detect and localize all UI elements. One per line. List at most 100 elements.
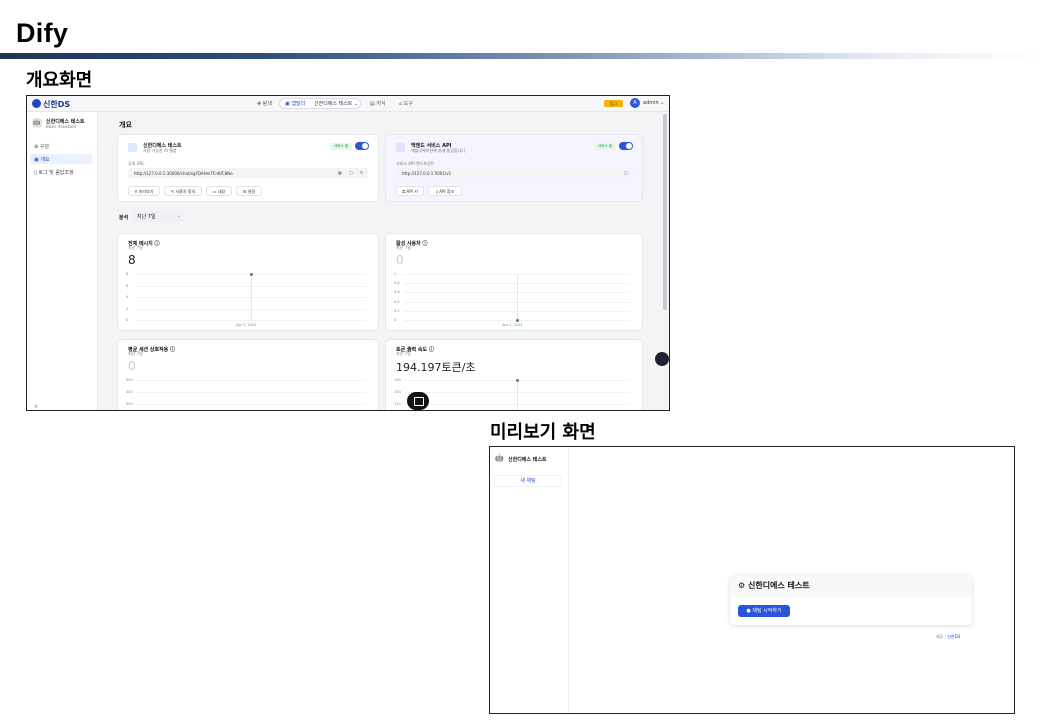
x-tick-label: Apr 2, 2024 bbox=[236, 323, 257, 327]
robot-icon: 🤖 bbox=[32, 118, 42, 128]
crosshair-line bbox=[517, 274, 518, 320]
nav-knowledge[interactable]: ▤ 지식 bbox=[370, 100, 386, 107]
api-subtitle: 애플리케이션에 쉽게 통합합니다 bbox=[411, 148, 466, 153]
chat-bubble-icon[interactable] bbox=[655, 352, 669, 366]
y-tick-label: 190 bbox=[394, 378, 401, 382]
api-icon bbox=[396, 143, 405, 152]
logo-icon bbox=[32, 99, 41, 108]
api-status-badge: 서비스 중 bbox=[594, 143, 616, 150]
qr-icon[interactable]: ▦ bbox=[338, 170, 342, 175]
y-tick-label: 0 bbox=[394, 318, 397, 322]
page-title: 개요 bbox=[119, 121, 132, 129]
sidebar-item-overview[interactable]: ▣ 개요 bbox=[34, 156, 50, 163]
chart-value: 0 bbox=[396, 253, 404, 267]
gridline bbox=[136, 404, 366, 405]
period-select[interactable]: 지난 7일 ⌄ bbox=[133, 211, 185, 222]
y-tick-label: 0.6 bbox=[394, 290, 400, 294]
copy-icon[interactable]: ▢ bbox=[624, 170, 628, 175]
refresh-icon[interactable]: ↻ bbox=[360, 170, 363, 175]
y-tick-label: 8 bbox=[126, 272, 129, 276]
y-tick-label: 6 bbox=[126, 284, 129, 288]
embed-button[interactable]: ▭ 내장 bbox=[206, 186, 232, 196]
y-tick-label: 2 bbox=[126, 307, 129, 311]
gridline bbox=[136, 320, 366, 321]
x-tick-label: Apr 2, 2024 bbox=[502, 323, 523, 327]
chart-value: 194.197토큰/초 bbox=[396, 361, 476, 374]
y-tick-label: 500 bbox=[126, 378, 133, 382]
start-chat-button[interactable]: ● 채팅 시작하기 bbox=[738, 605, 790, 617]
y-tick-label: 110 bbox=[394, 402, 401, 406]
y-tick-label: 0.2 bbox=[394, 309, 400, 313]
chart-value: 0 bbox=[128, 359, 136, 373]
section-overview-title: 개요화면 bbox=[26, 70, 93, 91]
overview-screenshot: 신한DS ✥ 탐색 ▣ 앱빌더 신한디에스 테스트 ⌄ ▤ 지식 ⌂ 도구 업그… bbox=[26, 95, 670, 411]
webapp-icon bbox=[128, 143, 137, 152]
crosshair-line bbox=[251, 274, 252, 320]
api-reference-button[interactable]: ▯ API 참조 bbox=[428, 186, 462, 196]
api-key-button[interactable]: ⚿ API 키 bbox=[396, 186, 424, 196]
powered-by: 제공 : 신한DS bbox=[936, 634, 961, 639]
chevron-down-icon: ⌄ bbox=[177, 213, 181, 218]
chart-sub: 지난 7일 bbox=[396, 245, 411, 250]
chat-debug-fab[interactable] bbox=[407, 392, 429, 410]
api-endpoint[interactable]: http://127.0.0.1:5001/v1 bbox=[402, 171, 451, 176]
chart-plot: 500400300200 bbox=[126, 378, 376, 410]
chart-sub: 지난 7일 bbox=[128, 351, 143, 356]
preview-screenshot: 🤖 신한디에스 테스트 새 채팅 ⚙ 신한디에스 테스트 ● 채팅 시작하기 제… bbox=[489, 446, 1015, 714]
public-url-label: 공개 URL bbox=[128, 161, 145, 166]
y-tick-label: 0.8 bbox=[394, 281, 400, 285]
gridline bbox=[136, 380, 366, 381]
webapp-toggle[interactable] bbox=[355, 142, 369, 150]
customize-button[interactable]: ✎ 사용자 정의 bbox=[164, 186, 202, 196]
top-nav-bar: 신한DS ✥ 탐색 ▣ 앱빌더 신한디에스 테스트 ⌄ ▤ 지식 ⌂ 도구 업그… bbox=[27, 96, 669, 112]
api-endpoint-box: http://127.0.0.1:5001/v1 ▢ bbox=[396, 168, 634, 178]
data-point[interactable] bbox=[516, 319, 519, 322]
chart-plot: 8 6 4 2 0 bbox=[126, 272, 376, 322]
avatar[interactable]: A bbox=[630, 98, 640, 108]
data-point[interactable] bbox=[516, 379, 519, 382]
brand-logo[interactable]: 신한DS bbox=[32, 99, 70, 110]
chart-plot: 1 0.8 0.6 0.4 0.2 0 bbox=[394, 272, 640, 322]
y-tick-label: 4 bbox=[126, 295, 129, 299]
public-url-box: http://127.0.0.1:30000/chat/sgYDAHmTFnKf… bbox=[128, 168, 368, 178]
analysis-label: 분석 bbox=[119, 215, 129, 221]
new-chat-button[interactable]: 새 채팅 bbox=[494, 475, 562, 487]
nav-tools[interactable]: ⌂ 도구 bbox=[399, 100, 413, 107]
user-menu[interactable]: admin ⌄ bbox=[643, 100, 664, 106]
sidebar-item-orchestrate[interactable]: ⊕ 구성 bbox=[34, 143, 49, 150]
data-point[interactable] bbox=[250, 273, 253, 276]
y-tick-label: 300 bbox=[126, 402, 133, 406]
y-tick-label: 0 bbox=[126, 318, 129, 322]
robot-icon: 🤖 bbox=[495, 454, 504, 462]
nav-explore[interactable]: ✥ 탐색 bbox=[257, 100, 272, 107]
powered-brand: 신한DS bbox=[947, 634, 961, 639]
preview-button[interactable]: ⚲ 미리보기 bbox=[128, 186, 160, 196]
settings-button[interactable]: ⚙ 설정 bbox=[236, 186, 262, 196]
nav-studio[interactable]: ▣ 앱빌더 bbox=[285, 100, 305, 107]
chart-plot: 19015011080 bbox=[394, 378, 640, 410]
api-toggle[interactable] bbox=[619, 142, 633, 150]
public-url[interactable]: http://127.0.0.1:30000/chat/sgYDAHmTFnKf… bbox=[134, 171, 233, 176]
api-endpoint-label: 서비스 API 엔드포인트 bbox=[396, 161, 435, 166]
gridline bbox=[136, 392, 366, 393]
chart-active-users: 활성 사용자 ⓘ 지난 7일 0 1 0.8 0.6 0.4 0.2 0 Apr 2, 2… bbox=[385, 233, 643, 331]
scrollbar[interactable] bbox=[663, 114, 667, 310]
upgrade-badge[interactable]: 업그 bbox=[604, 100, 623, 107]
slide-title: Dify bbox=[16, 18, 69, 48]
section-preview-title: 미리보기 화면 bbox=[490, 422, 596, 443]
copy-icon[interactable]: ▢ bbox=[349, 170, 353, 175]
app-sidebar: 🤖 신한디에스 테스트 Basic Assistant ⊕ 구성 ▣ 개요 ▯ … bbox=[27, 112, 98, 410]
collapse-icon[interactable]: ≡ bbox=[34, 404, 38, 410]
preview-app-name: 신한디에스 테스트 bbox=[508, 457, 547, 463]
chart-value: 8 bbox=[128, 253, 136, 267]
nav-current-app[interactable]: 신한디에스 테스트 ⌄ bbox=[314, 100, 358, 107]
preview-sidebar: 🤖 신한디에스 테스트 새 채팅 bbox=[490, 447, 569, 713]
overview-main: 개요 신한디에스 테스트 사용 가능한 AI 웹앱 서비스 중 공개 URL h… bbox=[99, 112, 669, 410]
y-tick-label: 400 bbox=[126, 390, 133, 394]
sidebar-item-logs[interactable]: ▯ 로그 및 음답조정 bbox=[34, 169, 74, 176]
api-card: 백엔드 서비스 API 애플리케이션에 쉽게 통합합니다 서비스 중 서비스 A… bbox=[385, 134, 643, 202]
y-tick-label: 150 bbox=[394, 390, 401, 394]
webapp-subtitle: 사용 가능한 AI 웹앱 bbox=[143, 148, 177, 153]
chart-sub: 지난 7일 bbox=[128, 245, 143, 250]
app-type: Basic Assistant bbox=[46, 124, 77, 129]
